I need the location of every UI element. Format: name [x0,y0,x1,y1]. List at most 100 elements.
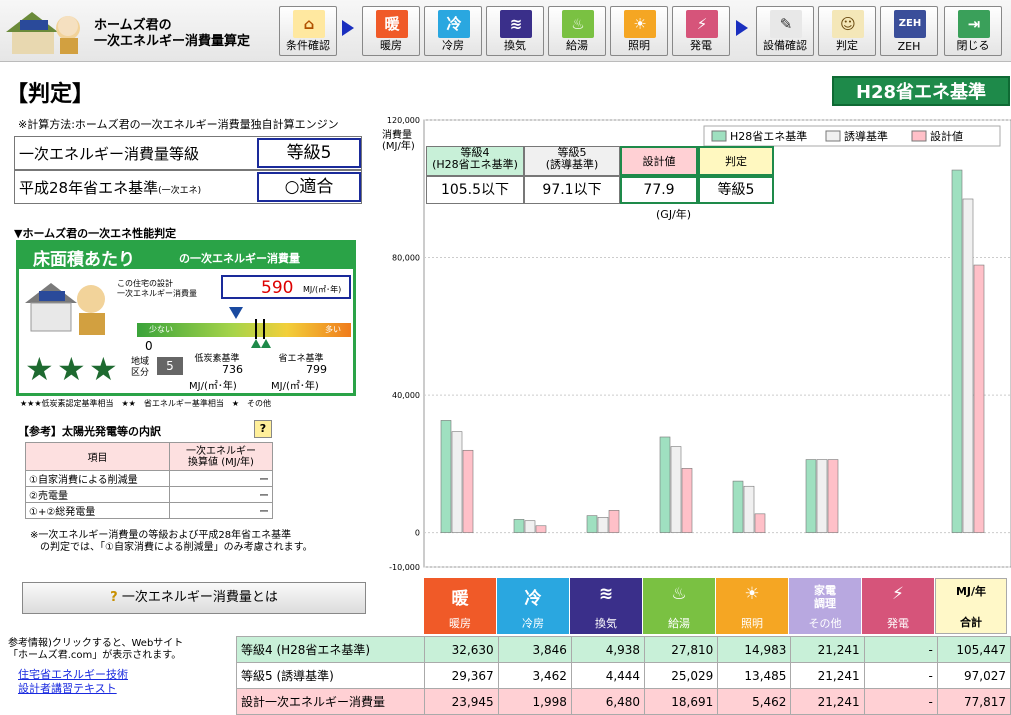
solar-table: 項目 一次エネルギー 換算値 (MJ/年) ①自家消費による削減量ー ②売電量ー ①… [25,442,273,519]
primary-energy-info-button[interactable]: ? 一次エネルギー消費量とは [22,582,366,614]
app-title: ホームズ君の 一次エネルギー消費量算定 [94,18,250,50]
bar-5-1 [816,459,828,533]
toolbar-icon: ⇥ [958,10,990,38]
legend-label: H28省エネ基準 [730,129,807,143]
toolbar-button-9[interactable]: ZEH ZEH [880,6,938,56]
toolbar-label: 閉じる [956,39,990,52]
category-icon: ☀ [744,584,760,604]
toolbar-icon: 冷 [438,10,470,38]
reference-text: 参考情報)クリックすると、Webサイト 「ホームズ君.com」が表示されます。 [8,638,184,661]
toolbar-icon: ♨ [562,10,594,38]
toolbar-button-10[interactable]: ⇥ 閉じる [944,6,1002,56]
toolbar-button-2[interactable]: 冷冷房 [424,6,482,56]
toolbar-button-1[interactable]: 暖暖房 [362,6,420,56]
category-icon: ♨ [671,584,687,604]
category-icon: 暖 [451,589,469,609]
bar-3-1 [670,446,682,533]
toolbar-label: 発電 [690,39,712,52]
star-legend: ★★★低炭素認定基準相当 ★★ 省エネルギー基準相当 ★ その他 [20,399,272,408]
consumption-row: 等級5 (誘導基準) 29,367 3,462 4,444 25,029 13,485 21… [235,662,1011,689]
toolbar-icon: ⌂ [293,10,325,38]
category-4: ☀ 照明 [716,578,788,634]
bar-5-0 [805,459,817,533]
row-label: 等級5 (誘導基準) [235,662,426,689]
toolbar-button-6[interactable]: ⚡ 発電 [672,6,730,56]
row-value: 1,998 [497,688,572,715]
summary-unit: (GJ/年) [656,208,692,221]
row-value: 27,810 [644,636,719,663]
row-value: 5,462 [717,688,792,715]
design-value: 590 [261,278,294,298]
bar-0-0 [440,420,452,533]
toolbar-icon: ≋ [500,10,532,38]
toolbar-button-3[interactable]: ≋ 換気 [486,6,544,56]
perf-panel: 床面積あたり の一次エネルギー消費量 ★ ★ ★ この住宅の設計 一次エネルギー… [16,240,356,396]
toolbar-button-5[interactable]: ☀ 照明 [610,6,668,56]
help-button[interactable]: ? [254,420,272,438]
legend-swatch [711,130,727,142]
solar-item: ①自家消費による削減量 [25,470,170,487]
row-value: 4,938 [570,636,646,663]
toolbar-button-4[interactable]: ♨ 給湯 [548,6,606,56]
category-7: MJ/年合計 [935,578,1007,634]
category-label: 発電 [887,617,909,630]
bar-1-1 [524,520,536,533]
summary-v3: 77.9 [620,176,698,204]
bar-2-1 [597,517,609,533]
calc-method-note: ※計算方法:ホームズ君の一次エネルギー消費量独自計算エンジン [18,118,339,131]
row-value: - [863,662,938,689]
design-label: この住宅の設計 一次エネルギー消費量 [117,279,197,298]
consumption-row: 設計一次エネルギー消費量 23,945 1,998 6,480 18,691 5,462 2… [235,688,1011,715]
solar-item: ②売電量 [25,486,170,503]
legend-swatch [911,130,927,142]
toolbar-label: ZEH [897,40,921,53]
toolbar-button-7[interactable]: ✎ 設備確認 [756,6,814,56]
consumption-table: 等級4 (H28省エネ基準) 32,630 3,846 4,938 27,810 14,9… [235,636,1011,715]
summary-box: 等級4 (H28省エネ基準) 等級5 (誘導基準) 設計値 判定 105.5以下… [426,146,774,221]
solar-row: ①+②総発電量ー [25,502,273,519]
toolbar-button-0[interactable]: ⌂ 条件確認 [279,6,337,56]
category-icon: MJ/年 [955,585,987,598]
standard-label-main: 平成28年省エネ基準 [19,179,159,197]
y-tick-label: 120,000 [387,116,420,125]
category-icon: 冷 [524,589,542,609]
row-value: 105,447 [936,636,1011,663]
category-icon: ⚡ [892,584,904,604]
grade-label: 一次エネルギー消費量等級 [19,145,200,163]
category-2: ≋ 換気 [570,578,642,634]
row-value: 4,444 [570,662,646,689]
bar-7-2 [973,264,985,533]
row-value: 77,817 [936,688,1011,715]
row-label: 設計一次エネルギー消費量 [235,688,426,715]
toolbar-label: 給湯 [566,39,588,52]
row-label: 等級4 (H28省エネ基準) [235,636,426,663]
saving-value: 799 [306,363,327,376]
scale-zero: 0 [145,339,153,353]
app-logo: ホームズ君の 一次エネルギー消費量算定 [2,4,272,58]
link-designer-text[interactable]: 設計者講習テキスト [18,680,117,696]
bar-1-0 [513,519,525,533]
legend-label: 設計値 [930,129,963,143]
legend-swatch [825,130,841,142]
summary-h2: 等級5 (誘導基準) [524,146,620,176]
consumption-row: 等級4 (H28省エネ基準) 32,630 3,846 4,938 27,810 14,9… [235,636,1011,663]
y-tick-label: 80,000 [392,254,420,263]
toolbar-button-8[interactable]: ☺ 判定 [818,6,876,56]
bar-2-0 [586,515,598,533]
toolbar-icon: ZEH [894,10,926,38]
row-value: - [863,636,938,663]
summary-v1: 105.5以下 [426,176,524,204]
scale-tick [255,319,257,339]
category-0: 暖暖房 [424,578,496,634]
bar-4-1 [743,485,755,533]
region-label: 地域 区分 [131,357,150,378]
category-label: 合計 [960,616,982,629]
bar-7-1 [962,198,974,533]
flow-arrow-icon [736,20,748,36]
standard-value: ○適合 [257,172,361,202]
standard-row: 平成28年省エネ基準(一次エネ) ○適合 [14,170,362,204]
row-value: 6,480 [570,688,646,715]
y-tick-label: -10,000 [389,563,420,572]
category-label: その他 [808,617,842,630]
perf-banner: 床面積あたり の一次エネルギー消費量 [19,243,353,270]
